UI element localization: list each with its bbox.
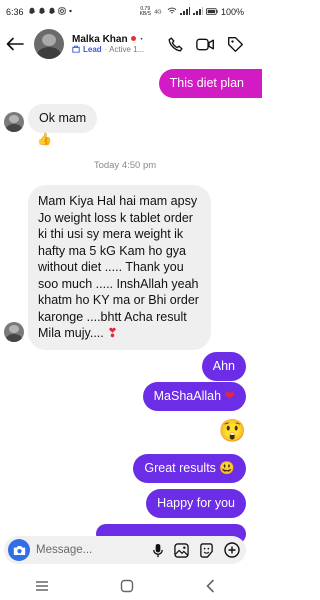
snapchat-icon bbox=[28, 7, 36, 17]
heart-icon: ❤ bbox=[224, 389, 235, 403]
camera-icon[interactable] bbox=[8, 539, 30, 561]
network-speed: 0.79 KB/S bbox=[139, 6, 151, 17]
astonished-emoji[interactable]: 😲 bbox=[219, 418, 246, 444]
contact-info[interactable]: Malka Khan · Lead · Active 1... bbox=[72, 34, 162, 55]
incoming-message[interactable]: Ok mam bbox=[28, 104, 98, 133]
dot-separator-icon: · bbox=[140, 33, 144, 45]
dot-icon bbox=[68, 7, 73, 17]
microphone-icon[interactable] bbox=[152, 543, 164, 558]
active-status: · Active 1... bbox=[104, 45, 145, 54]
chat-header: Malka Khan · Lead · Active 1... bbox=[0, 24, 250, 64]
outgoing-message[interactable]: Great results 😃 bbox=[133, 454, 246, 483]
outgoing-message[interactable]: Ahn bbox=[201, 352, 246, 381]
message-composer bbox=[4, 536, 246, 564]
contact-avatar-small[interactable] bbox=[4, 112, 24, 132]
timestamp: Today 4:50 pm bbox=[93, 160, 157, 171]
smiling-emoji: 😃 bbox=[219, 461, 235, 475]
svg-text:4G: 4G bbox=[154, 9, 161, 15]
tag-icon[interactable] bbox=[227, 36, 244, 53]
instagram-icon bbox=[57, 7, 66, 17]
outgoing-message[interactable]: This diet plan bbox=[158, 69, 262, 98]
composer-actions bbox=[152, 542, 242, 558]
recents-menu-icon[interactable] bbox=[35, 580, 49, 592]
incoming-message[interactable]: Mam Kiya Hal hai mam apsy Jo weight loss… bbox=[28, 185, 211, 350]
flag-icon bbox=[130, 34, 137, 45]
phone-icon[interactable] bbox=[167, 36, 184, 53]
snapchat-icon bbox=[38, 7, 46, 17]
contact-name: Malka Khan · bbox=[72, 33, 144, 45]
wifi-icon bbox=[167, 7, 177, 17]
notification-icons bbox=[28, 7, 73, 17]
gallery-icon[interactable] bbox=[174, 542, 189, 558]
contact-avatar[interactable] bbox=[34, 29, 64, 59]
message-input[interactable] bbox=[36, 544, 136, 556]
back-chevron-icon[interactable] bbox=[205, 579, 215, 593]
contact-subtitle: Lead · Active 1... bbox=[72, 45, 162, 55]
status-time: 6:36 bbox=[6, 7, 24, 17]
home-icon[interactable] bbox=[120, 579, 134, 593]
add-icon[interactable] bbox=[224, 542, 240, 558]
lead-label: Lead bbox=[83, 45, 102, 54]
outgoing-message[interactable]: Happy for you bbox=[146, 489, 246, 518]
battery-icon bbox=[205, 7, 218, 17]
signal-icon bbox=[192, 7, 203, 17]
heart-exclamation-icon: ❣ bbox=[107, 326, 118, 340]
reaction-thumbs-up: 👍 bbox=[37, 132, 52, 146]
volte-icon: 4G bbox=[154, 7, 164, 17]
sticker-icon[interactable] bbox=[199, 542, 214, 558]
status-right: 0.79 KB/S 4G 100% bbox=[139, 6, 244, 18]
system-nav-bar bbox=[0, 572, 250, 600]
back-arrow-icon[interactable] bbox=[6, 35, 24, 53]
battery-percent: 100% bbox=[220, 7, 244, 17]
lead-icon bbox=[72, 45, 80, 55]
signal-icon bbox=[179, 7, 190, 17]
outgoing-message[interactable]: MaShaAllah ❤ bbox=[142, 382, 246, 411]
status-bar: 6:36 0.79 KB/S 4G 100% bbox=[0, 0, 250, 24]
snapchat-icon bbox=[48, 7, 56, 17]
header-actions bbox=[167, 36, 244, 53]
contact-avatar-small[interactable] bbox=[4, 322, 24, 342]
video-call-icon[interactable] bbox=[196, 37, 215, 52]
